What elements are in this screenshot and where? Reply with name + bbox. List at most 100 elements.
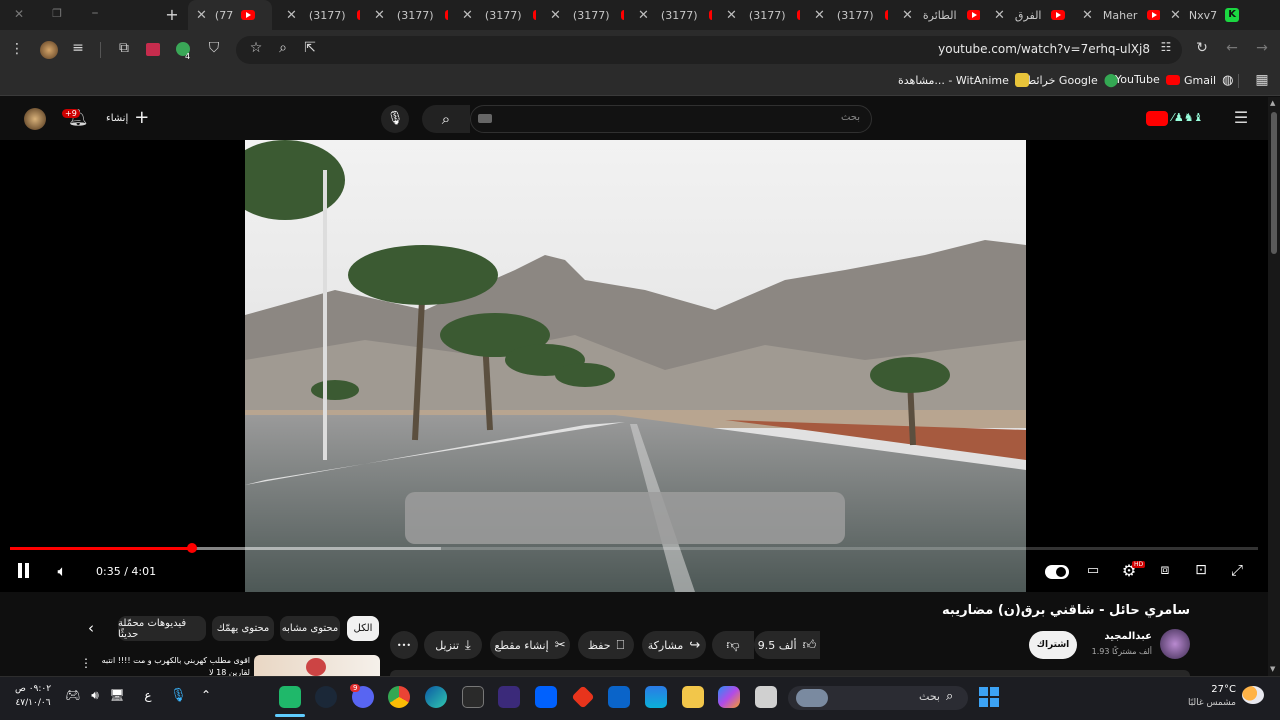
steam-icon[interactable] bbox=[315, 686, 337, 708]
tab[interactable]: ✕ Nxv7 K bbox=[1166, 0, 1242, 30]
close-tab-icon[interactable]: ✕ bbox=[550, 8, 561, 23]
subtitles-icon[interactable]: ▭ bbox=[1084, 563, 1102, 578]
volume-icon[interactable]: 🔈︎ bbox=[52, 562, 72, 580]
save-button[interactable]: حفظ ⎕ bbox=[578, 631, 634, 659]
install-app-icon[interactable]: ⇱ bbox=[302, 40, 318, 56]
bookmark-star-icon[interactable]: ☆ bbox=[248, 40, 264, 56]
microphone-icon[interactable]: 🎙︎ bbox=[170, 688, 187, 703]
recommendation-thumbnail[interactable] bbox=[254, 655, 380, 676]
like-button[interactable]: 9.5 ألف 👍︎ bbox=[754, 631, 820, 659]
copilot-icon[interactable] bbox=[718, 686, 740, 708]
miniplayer-icon[interactable]: ⧈ bbox=[1156, 562, 1174, 578]
youtube-doodle-logo[interactable]: ⁄♟♞♝ bbox=[1172, 111, 1222, 126]
weather-sun-cloud-icon[interactable] bbox=[1242, 686, 1264, 704]
more-actions-button[interactable]: ••• bbox=[390, 631, 418, 659]
menu-dots-icon[interactable]: ⋮ bbox=[10, 41, 24, 57]
tab[interactable]: ✕ الطائرة bbox=[898, 0, 980, 30]
close-tab-icon[interactable]: ✕ bbox=[726, 8, 737, 23]
close-tab-icon[interactable]: ✕ bbox=[462, 8, 473, 23]
recommendation-title[interactable]: اقوى مطلب كهربني بالكهرب و مت !!!! انتبه bbox=[92, 656, 250, 665]
autoplay-toggle[interactable] bbox=[1045, 565, 1069, 579]
fullscreen-icon[interactable]: ⤢ bbox=[1228, 561, 1246, 579]
epic-games-icon[interactable] bbox=[462, 686, 484, 708]
scroll-down-arrow-icon[interactable]: ▼ bbox=[1270, 665, 1275, 673]
app-icon[interactable] bbox=[498, 686, 520, 708]
subscribe-button[interactable]: اشتراك bbox=[1029, 631, 1077, 659]
close-tab-icon[interactable]: ✕ bbox=[814, 8, 825, 23]
share-button[interactable]: مشاركة ↪ bbox=[642, 631, 706, 659]
file-explorer-icon[interactable] bbox=[682, 686, 704, 708]
tab[interactable]: ✕ (3177) bbox=[458, 0, 536, 30]
security-shield-icon[interactable]: ⛉ bbox=[206, 40, 222, 56]
account-avatar[interactable] bbox=[24, 108, 46, 130]
tab[interactable]: ✕ (3177) bbox=[546, 0, 624, 30]
edge-icon[interactable] bbox=[425, 686, 447, 708]
back-icon[interactable]: → bbox=[1254, 40, 1270, 56]
pause-button[interactable] bbox=[17, 563, 31, 579]
recommendation-menu-icon[interactable]: ⋮ bbox=[80, 656, 92, 670]
chip-recently-uploaded[interactable]: فيديوهات محمّلة حديثًا bbox=[118, 616, 206, 641]
bookmark-gmail[interactable]: Gmail ◍ bbox=[1184, 73, 1233, 88]
keyboard-icon[interactable] bbox=[478, 114, 492, 123]
youtube-logo-icon[interactable] bbox=[1146, 111, 1168, 126]
close-tab-icon[interactable]: ✕ bbox=[196, 8, 207, 23]
tab[interactable]: ✕ Maher bbox=[1078, 0, 1160, 30]
create-button[interactable]: إنشاء + bbox=[106, 109, 149, 127]
chip-all[interactable]: الكل bbox=[347, 616, 379, 641]
clip-button[interactable]: إنشاء مقطع ✂ bbox=[490, 631, 570, 659]
chip-related[interactable]: محتوى مشابه bbox=[280, 616, 340, 641]
profile-avatar[interactable] bbox=[40, 41, 58, 59]
bookmark-youtube[interactable]: YouTube bbox=[1115, 73, 1180, 86]
search-button[interactable]: ⌕ bbox=[422, 105, 470, 133]
dropbox-icon[interactable] bbox=[535, 686, 557, 708]
gamepad-icon[interactable]: 🎮︎ bbox=[64, 688, 82, 702]
network-icon[interactable]: 🖥︎ bbox=[108, 688, 126, 702]
zoom-icon[interactable]: ⌕ bbox=[275, 40, 291, 56]
chips-scroll-left-icon[interactable]: ‹ bbox=[88, 619, 94, 637]
language-indicator[interactable]: ع bbox=[140, 688, 156, 702]
hamburger-menu-icon[interactable]: ☰ bbox=[1232, 108, 1250, 127]
taskbar-app-green-icon[interactable] bbox=[279, 686, 301, 708]
tab[interactable]: ✕ (77 bbox=[188, 0, 272, 30]
weather-temperature[interactable]: 27°C bbox=[1170, 684, 1236, 695]
weather-description[interactable]: مشمس غالبًا bbox=[1170, 698, 1236, 708]
new-tab-icon[interactable]: + bbox=[164, 5, 180, 24]
tab[interactable]: ✕ (3177) bbox=[282, 0, 360, 30]
cast-icon[interactable]: ⊡ bbox=[1192, 562, 1210, 578]
tab[interactable]: ✕ (3177) bbox=[370, 0, 448, 30]
app-window-icon[interactable] bbox=[755, 686, 777, 708]
close-tab-icon[interactable]: ✕ bbox=[1082, 8, 1093, 23]
clock-date[interactable]: ٤٧/١٠/٠٦ bbox=[10, 698, 56, 708]
close-tab-icon[interactable]: ✕ bbox=[902, 8, 913, 23]
channel-avatar[interactable] bbox=[1160, 629, 1190, 659]
close-tab-icon[interactable]: ✕ bbox=[374, 8, 385, 23]
show-hidden-icons-chevron-icon[interactable]: ⌃ bbox=[198, 688, 214, 702]
extensions-puzzle-icon[interactable]: ⧉ bbox=[115, 40, 133, 56]
download-button[interactable]: تنزيل ⤓ bbox=[424, 631, 482, 659]
reload-icon[interactable]: ↻ bbox=[1194, 40, 1210, 56]
tab[interactable]: ✕ (3177) bbox=[634, 0, 712, 30]
tab[interactable]: ✕ الفرق bbox=[990, 0, 1066, 30]
close-tab-icon[interactable]: ✕ bbox=[1170, 8, 1181, 23]
chrome-icon[interactable] bbox=[388, 686, 410, 708]
close-tab-icon[interactable]: ✕ bbox=[638, 8, 649, 23]
close-tab-icon[interactable]: ✕ bbox=[286, 8, 297, 23]
extension-icon[interactable] bbox=[146, 43, 160, 56]
dislike-button[interactable]: 👎︎ bbox=[712, 631, 754, 659]
close-window-icon[interactable]: ✕ bbox=[12, 7, 26, 21]
close-tab-icon[interactable]: ✕ bbox=[994, 8, 1005, 23]
minimize-icon[interactable]: – bbox=[88, 5, 102, 21]
scroll-up-arrow-icon[interactable]: ▲ bbox=[1270, 99, 1275, 107]
site-settings-icon[interactable]: ☷ bbox=[1158, 40, 1174, 54]
outlook-icon[interactable] bbox=[608, 686, 630, 708]
chip-for-you[interactable]: محتوى يهمّك bbox=[212, 616, 274, 641]
restore-icon[interactable]: ❐ bbox=[50, 7, 64, 20]
forward-icon[interactable]: ← bbox=[1224, 40, 1240, 56]
tab[interactable]: ✕ (3177) bbox=[810, 0, 888, 30]
store-icon[interactable] bbox=[645, 686, 667, 708]
all-bookmarks-icon[interactable]: ▦ bbox=[1254, 72, 1270, 88]
bookmark-google-maps[interactable]: خرائط Google ⬤ bbox=[1026, 73, 1118, 88]
clock-time[interactable]: ٠٩:٠٢ ص bbox=[10, 684, 56, 694]
bookmark-witanime[interactable]: مشاهدة... - WitAnime bbox=[898, 73, 1029, 87]
tab[interactable]: ✕ (3177) bbox=[722, 0, 800, 30]
